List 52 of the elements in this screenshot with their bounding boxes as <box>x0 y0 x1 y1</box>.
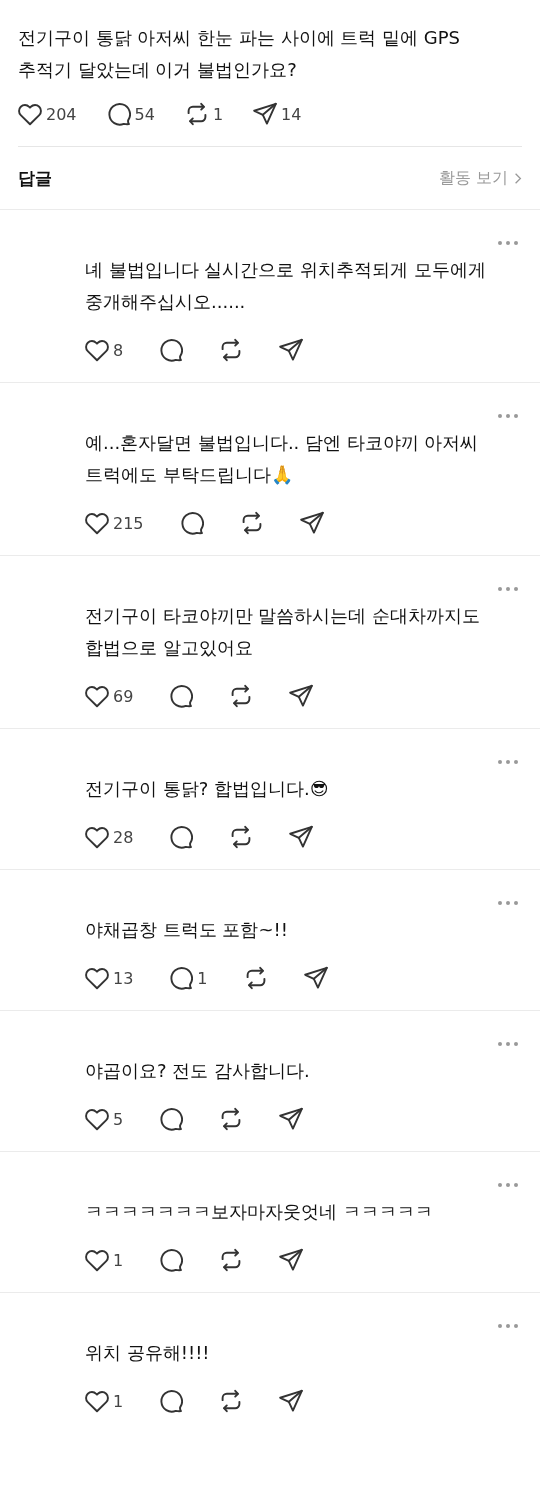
heart-icon[interactable] <box>85 825 109 849</box>
count-label: 13 <box>113 968 134 988</box>
paper-plane-icon[interactable] <box>279 1107 304 1131</box>
speech-bubble-icon[interactable] <box>159 1389 184 1413</box>
chevron-right-icon[interactable] <box>514 171 522 185</box>
count-label: 5 <box>113 1109 124 1129</box>
reply-text: 예...혼자달면 불법입니다.. 담엔 타코야끼 아저씨 트럭에도 부탁드립니다🙏 <box>85 431 480 487</box>
count-label: 69 <box>113 686 134 706</box>
section-title: 답글 <box>18 166 52 190</box>
speech-bubble-icon[interactable] <box>159 338 184 362</box>
speech-bubble-icon[interactable] <box>169 825 194 849</box>
heart-icon[interactable] <box>85 966 109 990</box>
count-label: 1 <box>113 1391 124 1411</box>
heart-icon[interactable] <box>85 1107 109 1131</box>
speech-bubble-icon[interactable] <box>159 1248 184 1272</box>
speech-bubble-icon[interactable] <box>159 1107 184 1131</box>
heart-icon[interactable] <box>85 338 109 362</box>
reply-text: 야채곱창 트럭도 포함~!! <box>85 918 289 942</box>
speech-bubble-icon[interactable] <box>169 684 194 708</box>
heart-icon[interactable] <box>85 511 109 535</box>
speech-bubble-icon[interactable] <box>169 966 194 990</box>
paper-plane-icon[interactable] <box>303 966 328 990</box>
heart-icon[interactable] <box>18 102 42 126</box>
count-label: 1 <box>113 1250 124 1270</box>
paper-plane-icon[interactable] <box>299 511 324 535</box>
reply-text: 전기구이 타코야끼만 말씀하시는데 순대차까지도 합법으로 알고있어요 <box>85 604 482 660</box>
count-label: 8 <box>113 340 124 360</box>
paper-plane-icon[interactable] <box>289 825 314 849</box>
count-label: 14 <box>281 104 302 124</box>
count-label: 1 <box>197 968 208 988</box>
reply-text: 녜 불법입니다 실시간으로 위치추적되게 모두에게 중개해주십시오...... <box>85 258 487 314</box>
post-text: 전기구이 통닭 아저씨 한눈 파는 사이에 트럭 밑에 GPS 추적기 달았는데 이거 불법인가요? <box>18 26 461 82</box>
count-label: 215 <box>113 513 144 533</box>
heart-icon[interactable] <box>85 1389 109 1413</box>
paper-plane-icon[interactable] <box>253 102 278 126</box>
heart-icon[interactable] <box>85 1248 109 1272</box>
activity-link[interactable]: 활동 보기 <box>438 167 522 189</box>
count-label: 54 <box>134 104 155 124</box>
paper-plane-icon[interactable] <box>279 1248 304 1272</box>
reply-text: 전기구이 통닭? 합법입니다.😎 <box>85 777 330 801</box>
paper-plane-icon[interactable] <box>289 684 314 708</box>
count-label: 1 <box>212 104 224 124</box>
speech-bubble-icon[interactable] <box>106 102 131 126</box>
paper-plane-icon[interactable] <box>279 338 304 362</box>
reply-text: 위치 공유해!!!! <box>85 1341 211 1365</box>
count-label: 204 <box>46 104 77 124</box>
heart-icon[interactable] <box>85 684 109 708</box>
speech-bubble-icon[interactable] <box>179 511 204 535</box>
count-label: 28 <box>113 827 134 847</box>
reply-text: ㅋㅋㅋㅋㅋㅋㅋ보자마자웃엇네 ㅋㅋㅋㅋㅋ <box>85 1200 434 1224</box>
paper-plane-icon[interactable] <box>279 1389 304 1413</box>
reply-text: 야곱이요? 전도 감사합니다. <box>85 1059 311 1083</box>
